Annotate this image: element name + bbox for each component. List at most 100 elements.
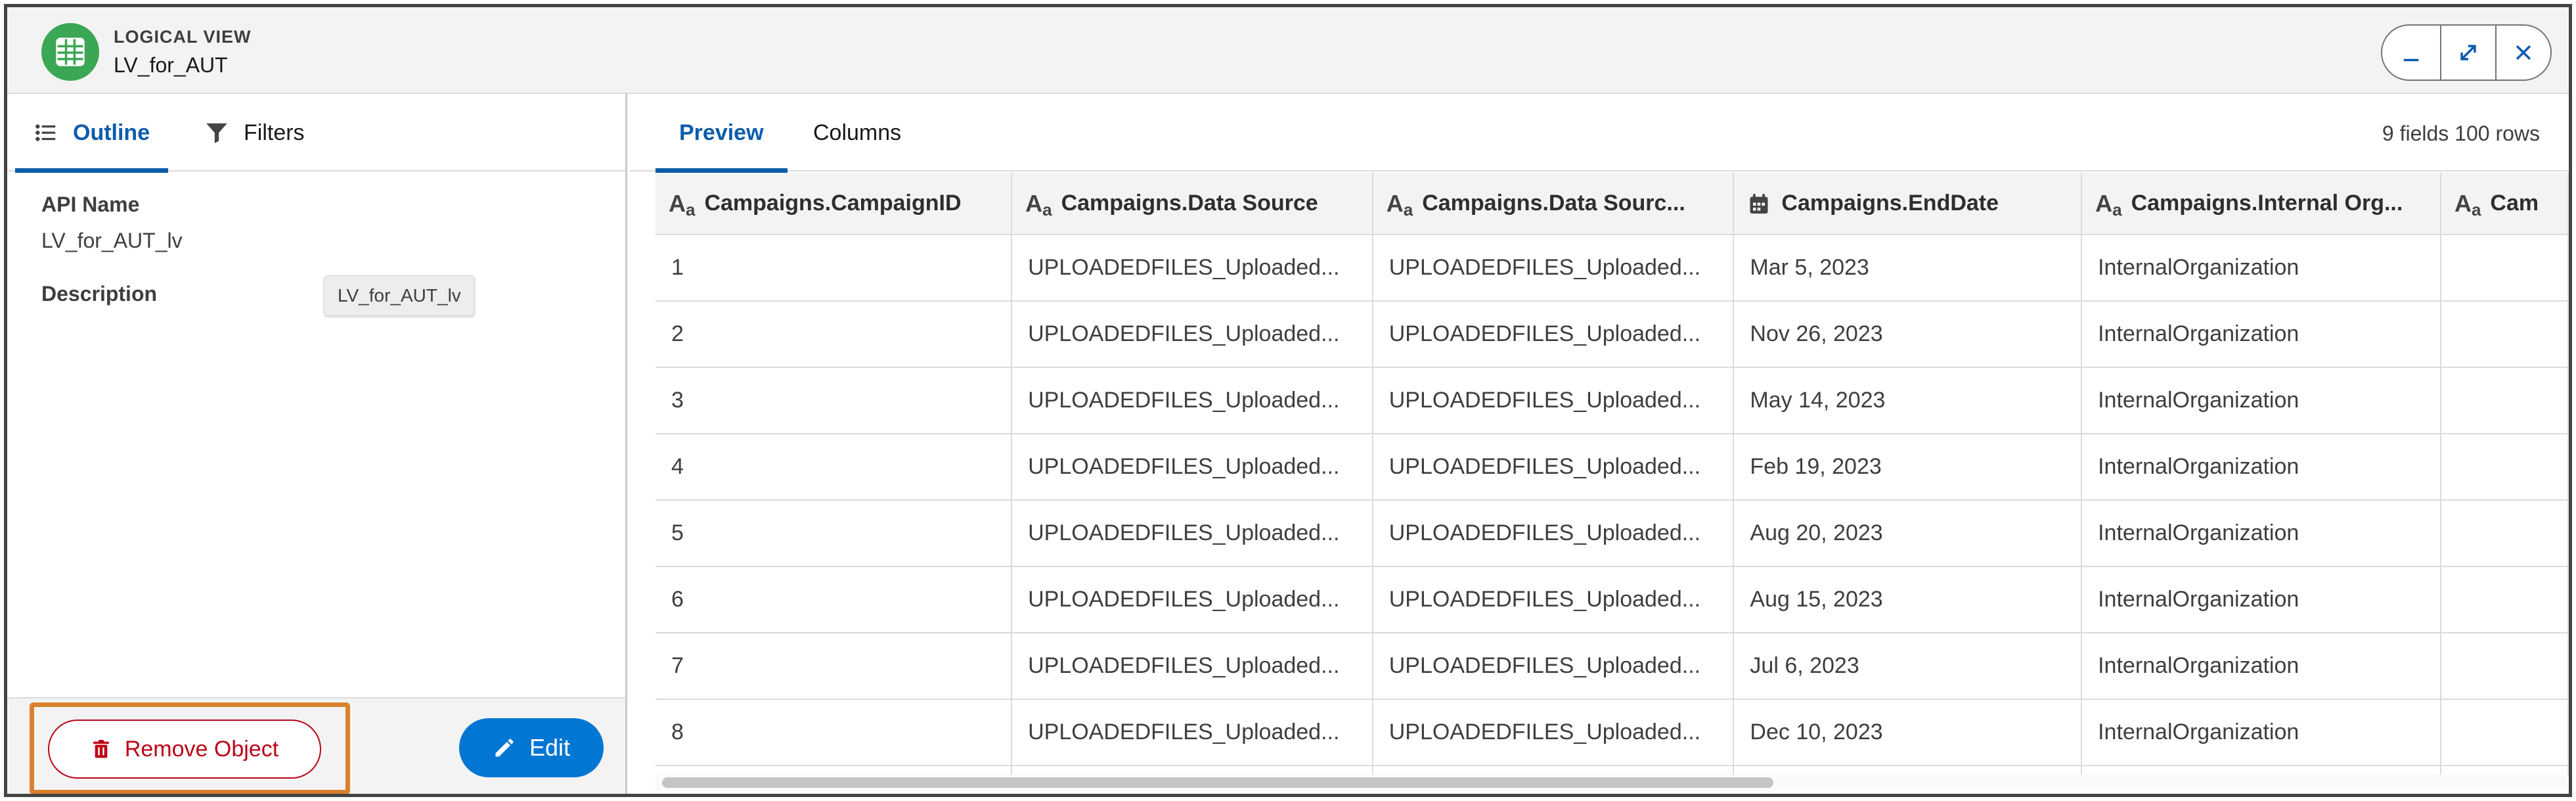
table-cell: UPLOADEDFILES_Uploaded... bbox=[1011, 367, 1373, 434]
panel-header: LOGICAL VIEW LV_for_AUT bbox=[7, 7, 2569, 94]
table-cell: Jul 6, 2023 bbox=[1733, 633, 2083, 700]
table-row[interactable]: 5 UPLOADEDFILES_Uploaded... UPLOADEDFILES_… bbox=[655, 500, 2569, 567]
column-header[interactable]: Aa Campaigns.CampaignID bbox=[655, 173, 1013, 235]
left-tabs: Outline Filters bbox=[7, 94, 625, 173]
column-header[interactable]: Aa Campaigns.Internal Org... bbox=[2081, 173, 2441, 235]
horizontal-scrollbar[interactable] bbox=[655, 775, 2569, 790]
table-cell: 4 bbox=[655, 434, 1013, 501]
text-type-icon: Aa bbox=[1025, 189, 1052, 219]
filter-icon bbox=[206, 123, 227, 143]
logical-view-panel: LOGICAL VIEW LV_for_AUT Outline Filters … bbox=[4, 4, 2572, 797]
minimize-button[interactable] bbox=[2382, 26, 2440, 80]
table-cell: 1 bbox=[655, 235, 1013, 302]
tab-preview[interactable]: Preview bbox=[655, 94, 788, 173]
table-cell: UPLOADEDFILES_Uploaded... bbox=[1011, 434, 1373, 501]
window-controls bbox=[2381, 24, 2552, 81]
table-cell bbox=[2440, 500, 2569, 567]
object-details: API Name LV_for_AUT_lv Description LV_fo… bbox=[41, 193, 606, 316]
table-cell: UPLOADEDFILES_Uploaded... bbox=[1011, 566, 1373, 633]
table-cell: UPLOADEDFILES_Uploaded... bbox=[1372, 235, 1735, 302]
table-cell: UPLOADEDFILES_Uploaded... bbox=[1011, 699, 1373, 766]
column-header-label: Campaigns.Data Source bbox=[1061, 191, 1318, 216]
table-cell: UPLOADEDFILES_Uploaded... bbox=[1011, 235, 1373, 302]
calendar-icon bbox=[1750, 193, 1768, 214]
record-count: 9 fields 100 rows bbox=[2382, 122, 2540, 145]
api-name-value: LV_for_AUT_lv bbox=[41, 229, 183, 252]
table-cell: 6 bbox=[655, 566, 1013, 633]
table-cell: 3 bbox=[655, 367, 1013, 434]
expand-icon bbox=[2460, 45, 2476, 60]
table-cell: UPLOADEDFILES_Uploaded... bbox=[1011, 500, 1373, 567]
table-row[interactable]: 3 UPLOADEDFILES_Uploaded... UPLOADEDFILES_… bbox=[655, 367, 2569, 434]
table-cell: UPLOADEDFILES_Uploaded... bbox=[1372, 434, 1735, 501]
minimize-icon bbox=[2403, 58, 2419, 62]
table-header-row: Aa Campaigns.CampaignID Aa Campaigns.Data … bbox=[655, 173, 2569, 235]
table-cell bbox=[2440, 367, 2569, 434]
tab-outline[interactable]: Outline bbox=[15, 94, 169, 173]
table-cell: UPLOADEDFILES_Uploaded... bbox=[1372, 367, 1735, 434]
table-row[interactable]: 6 UPLOADEDFILES_Uploaded... UPLOADEDFILES_… bbox=[655, 566, 2569, 633]
text-type-icon: Aa bbox=[2095, 189, 2122, 219]
table-cell: May 14, 2023 bbox=[1733, 367, 2083, 434]
table-cell bbox=[2440, 566, 2569, 633]
table-cell: UPLOADEDFILES_Uploaded... bbox=[1011, 633, 1373, 700]
column-header-label: Campaigns.Data Sourc... bbox=[1422, 191, 1685, 216]
table-cell: InternalOrganization bbox=[2081, 434, 2441, 501]
table-cell: Aug 15, 2023 bbox=[1733, 566, 2083, 633]
table-cell: Aug 20, 2023 bbox=[1733, 500, 2083, 567]
left-footer: Remove Object Edit bbox=[7, 697, 625, 794]
scrollbar-thumb[interactable] bbox=[662, 777, 1773, 788]
edit-button[interactable]: Edit bbox=[459, 718, 604, 777]
table-cell bbox=[2440, 434, 2569, 501]
table-row[interactable]: 2 UPLOADEDFILES_Uploaded... UPLOADEDFILES_… bbox=[655, 301, 2569, 368]
column-header-label: Campaigns.Internal Org... bbox=[2131, 191, 2403, 216]
tab-columns-label: Columns bbox=[813, 120, 902, 145]
table-cell: 2 bbox=[655, 301, 1013, 368]
text-type-icon: Aa bbox=[1386, 189, 1413, 219]
table-cell: InternalOrganization bbox=[2081, 367, 2441, 434]
table-row[interactable]: 7 UPLOADEDFILES_Uploaded... UPLOADEDFILES_… bbox=[655, 633, 2569, 700]
table-cell: UPLOADEDFILES_Uploaded... bbox=[1011, 301, 1373, 368]
close-button[interactable] bbox=[2495, 26, 2550, 80]
expand-button[interactable] bbox=[2440, 26, 2495, 80]
text-type-icon: Aa bbox=[669, 189, 696, 219]
tab-filters-label: Filters bbox=[244, 120, 305, 145]
table-row[interactable]: 1 UPLOADEDFILES_Uploaded... UPLOADEDFILES_… bbox=[655, 235, 2569, 302]
list-icon bbox=[35, 124, 56, 141]
table-cell: 8 bbox=[655, 699, 1013, 766]
table-cell: InternalOrganization bbox=[2081, 699, 2441, 766]
column-header[interactable]: Aa Cam bbox=[2440, 173, 2569, 235]
tab-filters[interactable]: Filters bbox=[204, 94, 305, 172]
column-header[interactable]: Campaigns.EndDate bbox=[1733, 173, 2083, 235]
right-panel: Preview Columns 9 fields 100 rows Aa Camp… bbox=[629, 94, 2569, 794]
tab-columns[interactable]: Columns bbox=[813, 94, 901, 172]
trash-icon bbox=[93, 740, 109, 758]
column-header-label: Cam bbox=[2490, 191, 2539, 216]
table-cell bbox=[2440, 699, 2569, 766]
table-cell bbox=[2440, 633, 2569, 700]
table-cell: 5 bbox=[655, 500, 1013, 567]
table-cell: Nov 26, 2023 bbox=[1733, 301, 2083, 368]
table-cell: Mar 5, 2023 bbox=[1733, 235, 2083, 302]
table-row[interactable]: 8 UPLOADEDFILES_Uploaded... UPLOADEDFILES_… bbox=[655, 699, 2569, 766]
active-tab-indicator bbox=[655, 168, 788, 173]
column-header[interactable]: Aa Campaigns.Data Sourc... bbox=[1372, 173, 1735, 235]
table-cell: InternalOrganization bbox=[2081, 500, 2441, 567]
table-cell: Dec 10, 2023 bbox=[1733, 699, 2083, 766]
tab-preview-label: Preview bbox=[679, 120, 764, 145]
tooltip: LV_for_AUT_lv bbox=[324, 275, 475, 316]
description-row: Description LV_for_AUT_lv bbox=[41, 275, 606, 316]
object-type-label: LOGICAL VIEW bbox=[114, 27, 252, 47]
table-cell: UPLOADEDFILES_Uploaded... bbox=[1372, 633, 1735, 700]
table-cell bbox=[2440, 301, 2569, 368]
pencil-icon bbox=[495, 739, 514, 757]
remove-object-label: Remove Object bbox=[124, 736, 279, 762]
table-cell: InternalOrganization bbox=[2081, 633, 2441, 700]
preview-grid: Aa Campaigns.CampaignID Aa Campaigns.Data … bbox=[655, 173, 2569, 777]
object-name: LV_for_AUT bbox=[114, 53, 228, 77]
table-row[interactable]: 4 UPLOADEDFILES_Uploaded... UPLOADEDFILES_… bbox=[655, 434, 2569, 501]
remove-object-button[interactable]: Remove Object bbox=[48, 720, 321, 779]
text-type-icon: Aa bbox=[2454, 189, 2481, 219]
column-header[interactable]: Aa Campaigns.Data Source bbox=[1011, 173, 1373, 235]
close-icon bbox=[2516, 45, 2531, 60]
